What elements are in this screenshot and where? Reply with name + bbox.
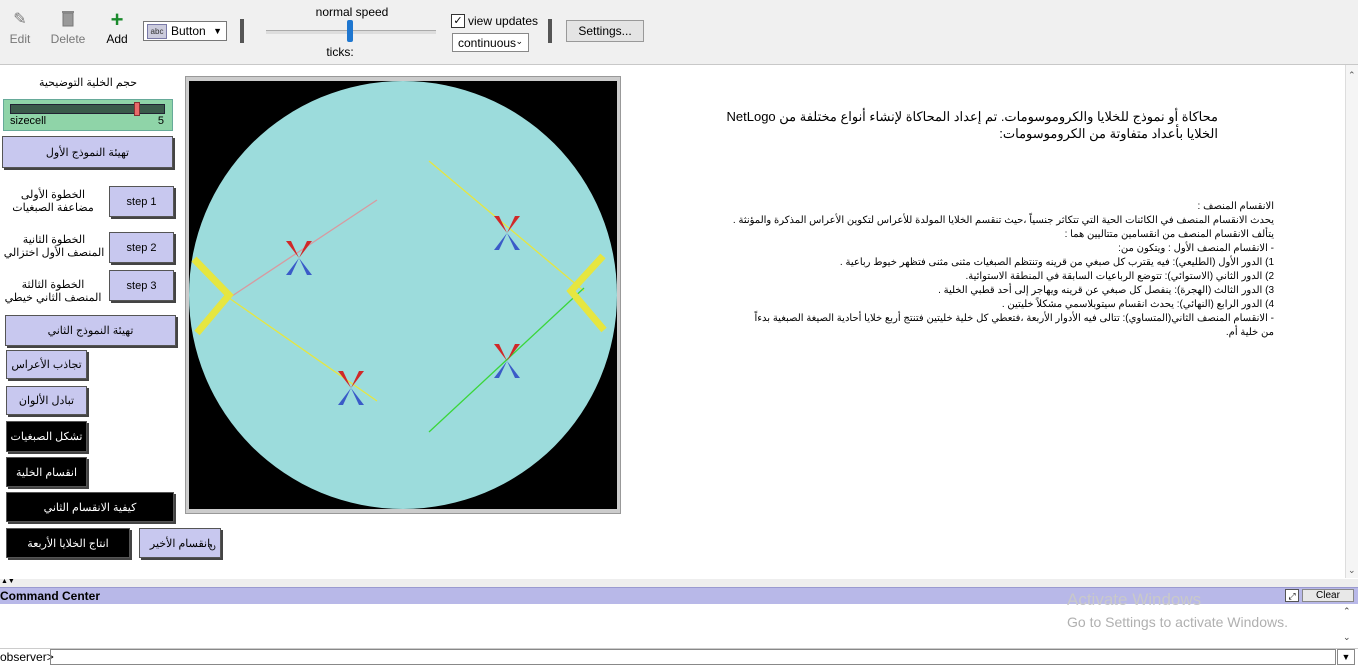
step3-label: الخطوة الثالثة المنصف الثاني خيطي	[4, 279, 102, 304]
homolog-attraction-button[interactable]: تجاذب الأعراس	[6, 350, 87, 379]
chevron-up-icon[interactable]: ⌃	[1348, 70, 1356, 81]
delete-label: Delete	[50, 32, 86, 46]
toolbar: ✎ Edit Delete + Add abc Button ▼ normal …	[0, 0, 1358, 65]
view-updates-checkbox[interactable]: ✓	[451, 14, 465, 28]
view-updates-toggle[interactable]: ✓ view updates	[451, 13, 543, 29]
command-center-title: Command Center	[0, 589, 101, 603]
slider-title-label: حجم الخلية التوضيحية	[38, 77, 138, 89]
splitter-arrows-icon[interactable]: ▲▼	[1, 578, 15, 585]
slider-track[interactable]	[10, 104, 165, 114]
slider-name: sizecell	[10, 115, 47, 127]
step1-button[interactable]: step 1	[109, 186, 174, 217]
step3-button[interactable]: step 3	[109, 270, 174, 301]
last-division-button[interactable]: انقسام الأخير ↻	[139, 528, 221, 558]
info-title-line: الخلايا بأعداد متفاوتة من الكروموسومات:	[999, 126, 1218, 141]
toolbar-separator	[240, 19, 244, 43]
widget-type-value: Button	[171, 24, 206, 38]
add-button[interactable]: + Add	[97, 7, 137, 47]
expand-icon[interactable]: ⤢	[1285, 589, 1299, 602]
chevron-up-icon[interactable]: ⌃	[1343, 606, 1351, 617]
last-division-label: انقسام الأخير	[149, 537, 211, 550]
chromatid-formation-button[interactable]: تشكل الصبغيات	[6, 421, 87, 452]
add-label: Add	[106, 32, 128, 46]
chevron-down-icon[interactable]: ⌄	[1343, 632, 1351, 643]
command-input-row: observer> ▼	[0, 648, 1358, 667]
forever-icon: ↻	[208, 543, 217, 554]
chevron-down-icon[interactable]: ⌄	[1348, 565, 1356, 576]
cell-division-button[interactable]: انقسام الخلية	[6, 457, 87, 487]
info-body-line: 4) الدور الرابع (النهائي): يحدث انقسام س…	[1001, 299, 1274, 310]
observer-prompt[interactable]: observer>	[0, 650, 54, 664]
plus-icon: +	[110, 7, 124, 32]
chevron-down-icon[interactable]: ▼	[1337, 649, 1355, 665]
button-widget-icon: abc	[147, 24, 167, 39]
widget-type-select[interactable]: abc Button ▼	[143, 21, 227, 41]
command-center-splitter[interactable]: ▲▼	[0, 578, 1358, 587]
sizecell-slider[interactable]: sizecell 5	[3, 99, 173, 131]
info-body-line: 2) الدور الثاني (الاستوائي): تتوضع الربا…	[965, 271, 1274, 282]
step2-label: الخطوة الثانية المنصف الأول اختزالي	[3, 234, 105, 259]
speed-slider-handle[interactable]	[347, 20, 353, 42]
info-body-line: - الانقسام المنصف الثاني(المتساوي): تتال…	[754, 313, 1274, 324]
second-division-button[interactable]: كيفية الانقسام الثاني	[6, 492, 174, 522]
info-body-line: الانقسام المنصف :	[1197, 201, 1274, 212]
setup-model-1-button[interactable]: تهيئة النموذج الأول	[2, 136, 173, 168]
chevron-down-icon: ⌄	[515, 36, 523, 46]
cell-membrane	[189, 81, 617, 509]
speed-label: normal speed	[315, 5, 389, 19]
command-input[interactable]	[50, 649, 1336, 665]
four-cells-button[interactable]: انتاج الخلايا الأربعة	[6, 528, 130, 558]
clear-button[interactable]: Clear	[1302, 589, 1354, 602]
edit-label: Edit	[9, 32, 31, 46]
info-body-line: من خلية أم.	[1225, 327, 1274, 338]
toolbar-separator	[548, 19, 552, 43]
world-canvas	[189, 81, 617, 509]
info-body: الانقسام المنصف : يحدث الانقسام المنصف ف…	[672, 200, 1274, 340]
update-mode-value: continuous	[458, 36, 517, 50]
trash-icon	[48, 10, 88, 30]
chevron-down-icon: ▼	[213, 26, 222, 36]
info-title-line: محاكاة أو نموذج للخلايا والكروموسومات. ت…	[726, 109, 1219, 124]
activation-watermark-subtitle: Go to Settings to activate Windows.	[1067, 614, 1288, 630]
world-view[interactable]	[185, 76, 621, 514]
activation-watermark-title: Activate Windows	[1067, 590, 1202, 609]
update-mode-select[interactable]: continuous ⌄	[452, 33, 529, 52]
info-body-line: - الانقسام المنصف الأول : ويتكون من:	[1118, 243, 1274, 254]
settings-button[interactable]: Settings...	[566, 20, 644, 42]
info-body-line: 1) الدور الأول (الطليعي): فيه يقترب كل ص…	[839, 257, 1274, 268]
slider-handle[interactable]	[134, 102, 140, 116]
output-scrollbar[interactable]: ⌃ ⌄	[1340, 604, 1354, 648]
delete-button[interactable]: Delete	[48, 10, 88, 46]
setup-model-2-button[interactable]: تهيئة النموذج الثاني	[5, 315, 176, 346]
step1-label: الخطوة الأولى مضاعفة الصبغيات	[12, 189, 94, 214]
info-body-line: يتألف الانقسام المنصف من انقسامين متتالي…	[1064, 229, 1274, 240]
edit-button[interactable]: ✎ Edit	[0, 10, 40, 46]
interface-scrollbar[interactable]: ⌃ ⌄	[1345, 65, 1358, 578]
view-updates-label: view updates	[468, 14, 539, 28]
info-body-line: 3) الدور الثالث (الهجرة): ينفصل كل صبغي …	[938, 285, 1274, 296]
slider-value: 5	[157, 115, 164, 127]
info-title: محاكاة أو نموذج للخلايا والكروموسومات. ت…	[686, 108, 1219, 142]
pencil-icon: ✎	[13, 11, 27, 28]
info-body-line: يحدث الانقسام المنصف في الكائنات الحية ا…	[732, 215, 1274, 226]
color-swap-button[interactable]: تبادل الألوان	[6, 386, 87, 415]
step2-button[interactable]: step 2	[109, 232, 174, 263]
ticks-label: ticks:	[326, 45, 354, 59]
